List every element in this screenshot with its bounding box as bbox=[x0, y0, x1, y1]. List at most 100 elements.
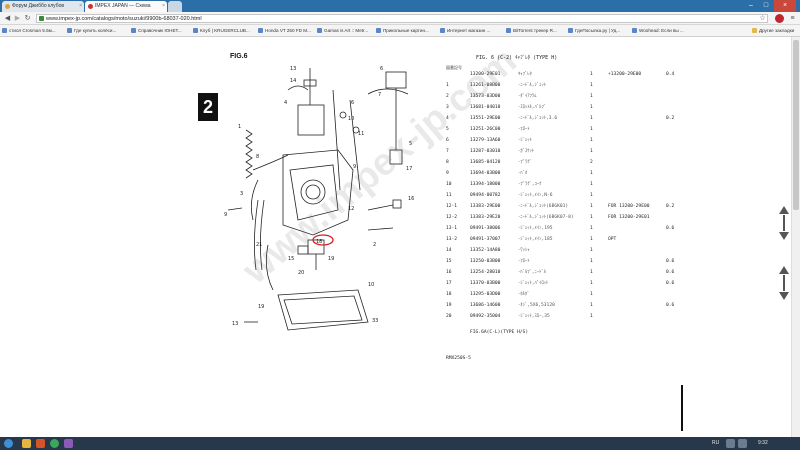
table-row: 20 09492-35004 ･ｼﾞｪｯﾄ,ｽﾛｰ,35 1 bbox=[446, 314, 593, 319]
menu-icon[interactable]: ≡ bbox=[788, 14, 797, 23]
svg-text:19: 19 bbox=[258, 304, 264, 310]
table-row: 9 13694-03B00 ･ﾊﾞﾈ 1 bbox=[446, 171, 593, 176]
tab-forum[interactable]: Форум Джиббо клубов × bbox=[2, 1, 84, 12]
bookmark-item[interactable]: Woohead: Если вы ... bbox=[632, 25, 684, 37]
app-icon[interactable] bbox=[64, 439, 73, 448]
bookmark-icon bbox=[67, 28, 72, 33]
clock[interactable]: 9:32 bbox=[758, 437, 768, 450]
bookmark-item[interactable]: Клуб | KRUGERCLUB... bbox=[193, 25, 250, 37]
svg-text:13: 13 bbox=[232, 321, 238, 327]
table-row: 13200-29E01 ｷｬﾌﾞﾚﾀ 1 +13200-29E00 0.4 bbox=[470, 72, 675, 77]
minimize-button[interactable]: – bbox=[744, 0, 758, 12]
folder-icon bbox=[752, 28, 757, 33]
section-number: 2 bbox=[198, 93, 218, 121]
maximize-button[interactable]: □ bbox=[759, 0, 773, 12]
svg-text:6: 6 bbox=[351, 100, 354, 106]
svg-text:19: 19 bbox=[328, 256, 334, 262]
close-tab-icon[interactable]: × bbox=[162, 1, 165, 12]
svg-text:2: 2 bbox=[373, 242, 376, 248]
browser-toolbar: ◀ ▶ ↻ www.impex-jp.com/catalogs/moto/suz… bbox=[0, 12, 800, 25]
table-row: 16 13254-28010 ･ﾊﾞﾙﾌﾞ,ﾆｰﾄﾞﾙ 1 0.6 bbox=[446, 270, 675, 275]
svg-text:10: 10 bbox=[348, 116, 354, 122]
tab-strip: Форум Джиббо клубов × IMPEX JAPAN — Схем… bbox=[0, 0, 800, 12]
bookmark-item[interactable]: Honda VT 250 FD M... bbox=[258, 25, 311, 37]
explorer-icon[interactable] bbox=[22, 439, 31, 448]
other-bookmarks[interactable]: Другие закладки bbox=[752, 25, 794, 37]
svg-text:8: 8 bbox=[256, 154, 259, 160]
table-row: 3 13681-04010 ･ｽﾛｯﾄﾙ,ﾊﾞﾙﾌﾞ 1 bbox=[446, 105, 593, 110]
start-icon[interactable] bbox=[4, 439, 13, 448]
table-row: 8 13685-04120 ･ﾌﾟﾗｸﾞ 2 bbox=[446, 160, 593, 165]
table-row: 7 13287-03010 ･ｶﾞｽｹｯﾄ 1 bbox=[446, 149, 593, 154]
media-icon[interactable] bbox=[36, 439, 45, 448]
svg-text:4: 4 bbox=[284, 100, 287, 106]
bookmark-item[interactable]: ГдеПосылка.ру | Уд... bbox=[568, 25, 620, 37]
arrow-down-icon[interactable] bbox=[779, 292, 789, 300]
table-row: 2 13573-03D00 ･ﾀﾞｲｱﾌﾗﾑ 1 bbox=[446, 94, 593, 99]
new-tab-button[interactable] bbox=[168, 1, 182, 12]
page-scrollbar[interactable] bbox=[791, 37, 800, 437]
table-row: 18 13295-03D00 ･ﾎﾙﾀﾞ 1 bbox=[446, 292, 593, 297]
bookmark-icon bbox=[506, 28, 511, 33]
svg-text:14: 14 bbox=[290, 78, 296, 84]
svg-text:33: 33 bbox=[372, 318, 378, 324]
table-row: 10 13394-18000 ･ﾌﾟﾗｸﾞ,ｺｰｸ 1 bbox=[446, 182, 593, 187]
forward-icon[interactable]: ▶ bbox=[13, 14, 22, 23]
svg-text:16: 16 bbox=[408, 196, 414, 202]
table-row: 4 13551-29E00 ･ﾆｰﾄﾞﾙ,ｼﾞｪｯﾄ,3.6 1 0.2 bbox=[446, 116, 675, 121]
arrow-bar bbox=[783, 275, 785, 291]
volume-icon[interactable] bbox=[726, 439, 735, 448]
svg-text:6: 6 bbox=[380, 66, 383, 72]
arrow-up-icon[interactable] bbox=[779, 206, 789, 214]
svg-text:9: 9 bbox=[224, 212, 227, 218]
adblock-icon[interactable] bbox=[775, 14, 784, 23]
bookmark-item[interactable]: стиол Crosman 5.5м... bbox=[2, 25, 56, 37]
table-row: 17 13370-03B00 ･ｼﾞｪｯﾄ,ﾊﾟｲﾛｯﾄ 1 0.6 bbox=[446, 281, 675, 286]
svg-text:3: 3 bbox=[240, 191, 243, 197]
table-row: 13-2 09491-37007 ･ｼﾞｪｯﾄ,ﾒｲﾝ,185 1 OPT bbox=[446, 237, 617, 242]
close-tab-icon[interactable]: × bbox=[79, 1, 82, 12]
network-icon[interactable] bbox=[738, 439, 747, 448]
svg-text:10: 10 bbox=[368, 282, 374, 288]
bookmark-item[interactable]: Справочник ЮНЕТ... bbox=[131, 25, 182, 37]
table-row: 13-1 09491-38006 ･ｼﾞｪｯﾄ,ﾒｲﾝ,195 1 0.6 bbox=[446, 226, 675, 231]
keyboard-layout[interactable]: RU bbox=[712, 437, 719, 450]
chrome-icon[interactable] bbox=[50, 439, 59, 448]
page-icon bbox=[39, 16, 44, 21]
table-row: 14 13352-14A80 ･ﾜｯｼｬ 1 bbox=[446, 248, 593, 253]
table-row: 15 13250-03B00 ･ﾌﾛｰﾄ 1 0.6 bbox=[446, 259, 675, 264]
taskbar: RU 9:32 bbox=[0, 437, 800, 450]
figure-title: FIG.6 bbox=[230, 53, 248, 60]
favicon-icon bbox=[88, 4, 93, 9]
favicon-icon bbox=[5, 4, 10, 9]
bookmark-item[interactable]: Gamas is Art :: Metr... bbox=[317, 25, 368, 37]
arrow-up-icon[interactable] bbox=[779, 266, 789, 274]
bookmark-item[interactable]: BitTorrent трекер R... bbox=[506, 25, 557, 37]
scroll-up-down-control[interactable] bbox=[779, 206, 789, 240]
table-row: 12-1 13383-29E00 ･ﾆｰﾄﾞﾙ,ｼﾞｪｯﾄ(6BGK01) 1 FOR … bbox=[446, 204, 675, 209]
bookmark-icon bbox=[131, 28, 136, 33]
parts-table-title: FIG. 6 (C-2) ｷｬﾌﾞﾚﾀ (TYPE H) bbox=[476, 55, 558, 61]
bookmark-icon bbox=[568, 28, 573, 33]
table-row: 11 09494-00782 ･ｼﾞｪｯﾄ,ﾒｲﾝ,N-6 1 bbox=[446, 193, 593, 198]
star-icon[interactable]: ☆ bbox=[758, 14, 767, 23]
table-row: 6 13279-13A60 ･ｼﾞｪｯﾄ 1 bbox=[446, 138, 593, 143]
scroll-thumb[interactable] bbox=[793, 40, 799, 210]
bookmark-icon bbox=[317, 28, 322, 33]
tab-impex[interactable]: IMPEX JAPAN — Схема × bbox=[85, 1, 167, 12]
bookmark-item[interactable]: Интернет магазин ... bbox=[440, 25, 490, 37]
bookmark-item[interactable]: Где купить колёси... bbox=[67, 25, 116, 37]
address-bar[interactable]: www.impex-jp.com/catalogs/moto/suzuki/99… bbox=[36, 14, 768, 23]
table-footer: FIG.6A(C-L)(TYPE H/S) bbox=[470, 330, 529, 335]
close-window-button[interactable]: × bbox=[774, 0, 796, 12]
bookmark-icon bbox=[376, 28, 381, 33]
svg-text:7: 7 bbox=[378, 92, 381, 98]
reload-icon[interactable]: ↻ bbox=[23, 14, 32, 23]
back-icon[interactable]: ◀ bbox=[3, 14, 12, 23]
bookmark-item[interactable]: Прикольные картин... bbox=[376, 25, 429, 37]
bookmark-icon bbox=[258, 28, 263, 33]
arrow-down-icon[interactable] bbox=[779, 232, 789, 240]
svg-text:11: 11 bbox=[358, 131, 364, 137]
bookmark-icon bbox=[2, 28, 7, 33]
scroll-up-down-control[interactable] bbox=[779, 266, 789, 300]
